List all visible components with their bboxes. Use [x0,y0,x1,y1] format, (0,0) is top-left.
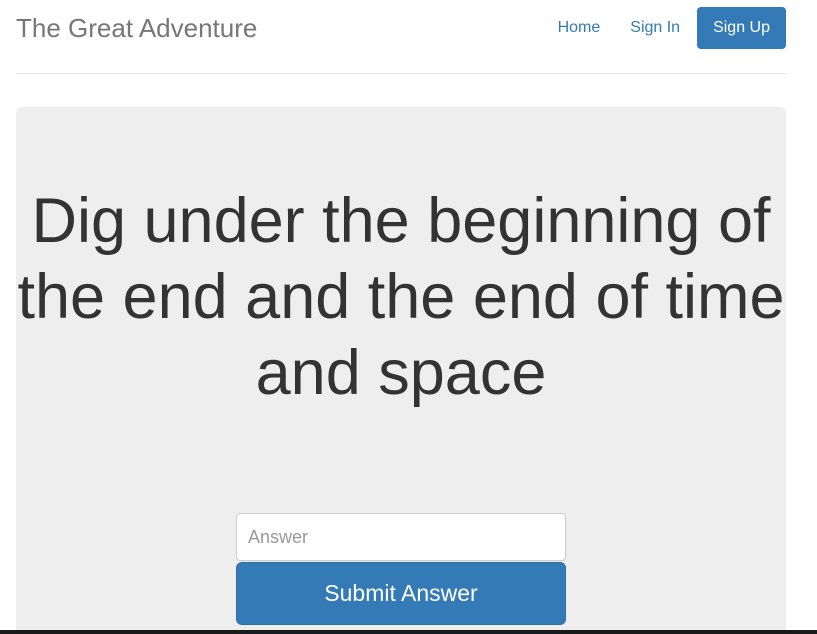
header: The Great Adventure Home Sign In Sign Up [16,0,786,74]
riddle-text: Dig under the beginning of the end and t… [17,186,785,408]
nav-sign-in-link[interactable]: Sign In [615,7,695,49]
brand-title[interactable]: The Great Adventure [16,13,257,43]
answer-input[interactable] [236,513,566,561]
top-nav: Home Sign In Sign Up [543,7,786,49]
page: The Great Adventure Home Sign In Sign Up… [0,0,817,634]
submit-answer-button[interactable]: Submit Answer [236,562,566,625]
window-bottom-edge [0,630,817,634]
sign-up-button[interactable]: Sign Up [697,7,786,49]
nav-home-link[interactable]: Home [543,7,616,49]
